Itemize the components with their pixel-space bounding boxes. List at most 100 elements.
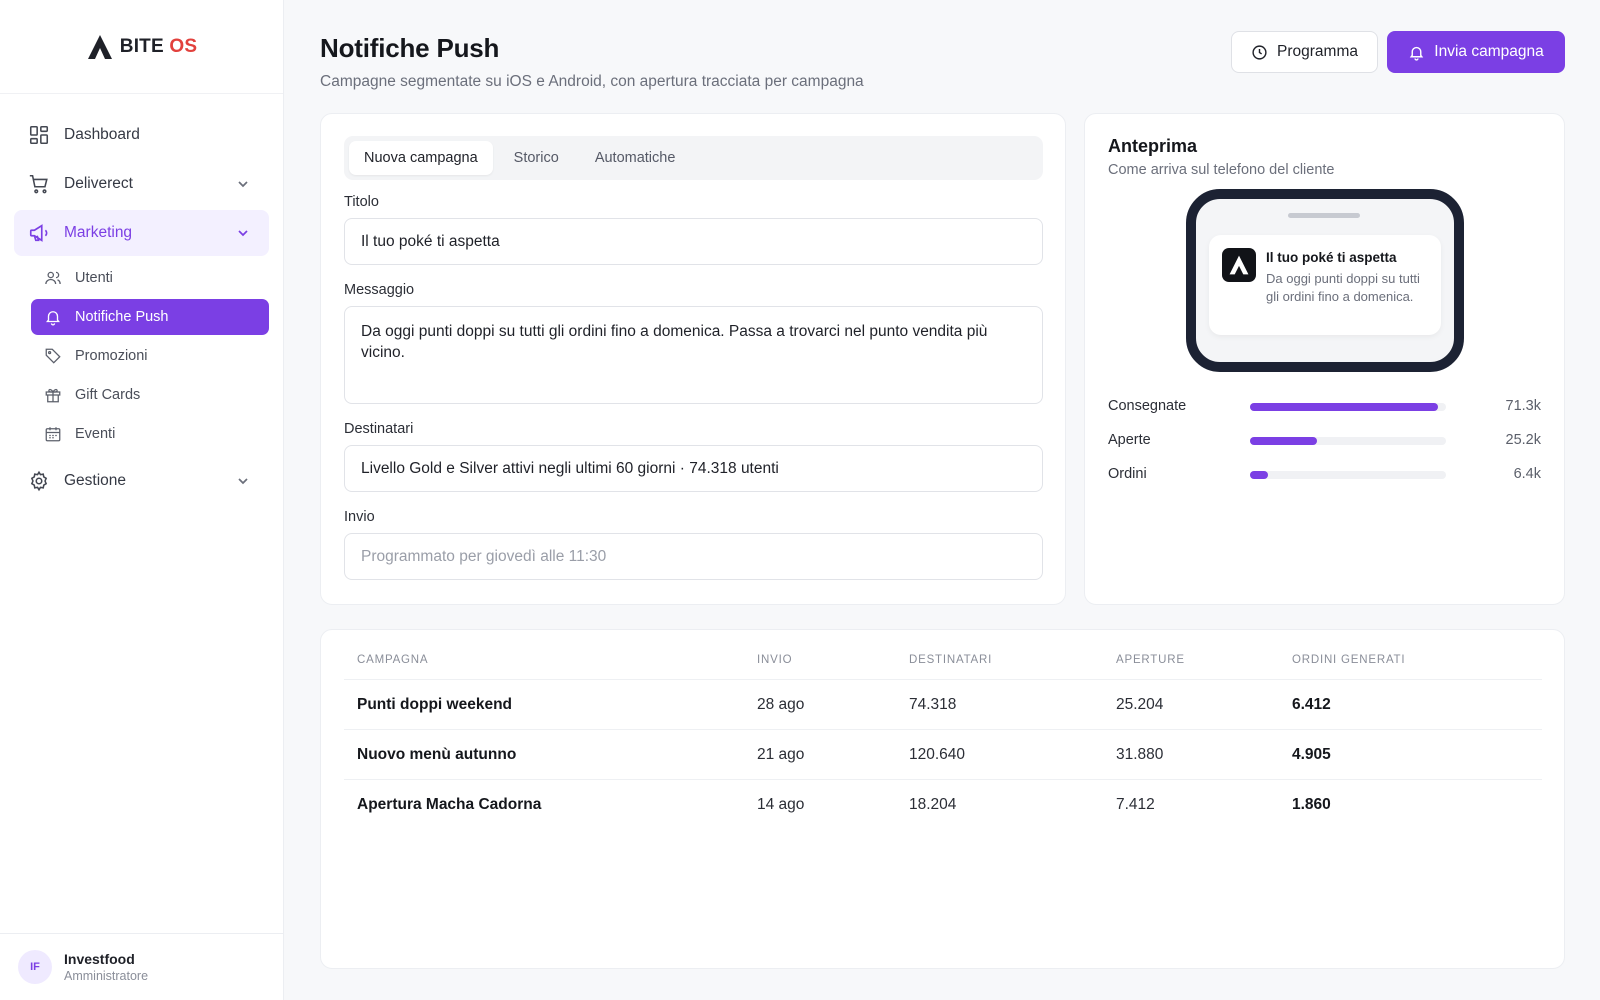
cell-campagna: Punti doppi weekend — [357, 696, 513, 713]
user-info: Investfood Amministratore — [64, 951, 148, 983]
send-campaign-button-label: Invia campagna — [1434, 43, 1544, 60]
preview-title: Anteprima — [1108, 136, 1198, 156]
table-row[interactable]: Nuovo menù autunno 21 ago 120.640 31.880… — [344, 729, 1542, 779]
message-label: Messaggio — [344, 282, 415, 298]
send-time-input[interactable] — [344, 533, 1043, 580]
sidebar-item-gestione[interactable]: Gestione — [14, 458, 269, 504]
sidebar-subitem-utenti[interactable]: Utenti — [31, 260, 269, 296]
bell-icon — [46, 311, 60, 326]
brand-logo[interactable]: BITE OS — [0, 0, 283, 94]
dashboard-icon — [29, 125, 49, 145]
tab-storico[interactable]: Storico — [499, 141, 574, 175]
bell-icon — [1410, 46, 1424, 61]
tab-nuova-campagna[interactable]: Nuova campagna — [349, 141, 493, 175]
cell-ordini: 1.860 — [1292, 796, 1331, 813]
column-header-ordini-generati: ORDINI GENERATI — [1292, 654, 1406, 666]
metric-bar-fill — [1250, 403, 1439, 411]
cell-destinatari: 120.640 — [909, 746, 966, 763]
column-header-invio: INVIO — [757, 654, 793, 666]
cell-invio: 28 ago — [757, 696, 805, 713]
page-subtitle: Campagne segmentate su iOS e Android, co… — [320, 73, 864, 90]
send-campaign-button[interactable]: Invia campagna — [1387, 31, 1565, 73]
cell-aperture: 7.412 — [1116, 796, 1155, 813]
cell-campagna: Nuovo menù autunno — [357, 746, 517, 763]
avatar: IF — [18, 950, 52, 984]
cell-invio: 14 ago — [757, 796, 805, 813]
cell-invio: 21 ago — [757, 746, 805, 763]
title-label: Titolo — [344, 194, 379, 210]
cell-aperture: 31.880 — [1116, 746, 1164, 763]
chevron-down-icon — [238, 478, 248, 485]
sidebar-subitem-notifiche-push[interactable]: Notifiche Push — [31, 299, 269, 335]
cell-ordini: 6.412 — [1292, 696, 1331, 713]
schedule-button[interactable]: Programma — [1231, 31, 1378, 73]
cell-campagna: Apertura Macha Cadorna — [357, 796, 542, 813]
cell-aperture: 25.204 — [1116, 696, 1164, 713]
metric-bar-fill — [1250, 437, 1317, 445]
clock-icon — [1252, 44, 1267, 60]
logo-icon — [1229, 255, 1249, 275]
schedule-button-label: Programma — [1277, 43, 1358, 60]
metric-label: Aperte — [1108, 432, 1151, 448]
app-icon — [1222, 248, 1256, 282]
column-header-campagna: CAMPAGNA — [357, 654, 429, 666]
campaign-tabs: Nuova campagna Storico Automatiche — [344, 136, 1043, 180]
recipients-input[interactable] — [344, 445, 1043, 492]
table-row[interactable]: Apertura Macha Cadorna 14 ago 18.204 7.4… — [344, 779, 1542, 829]
tab-automatiche[interactable]: Automatiche — [580, 141, 691, 175]
metric-consegnate: Consegnate 71.3k — [1108, 396, 1541, 416]
metric-label: Consegnate — [1108, 398, 1187, 414]
chevron-down-icon — [238, 230, 248, 237]
title-input[interactable] — [344, 218, 1043, 265]
metric-bar-track — [1250, 471, 1446, 479]
table-row[interactable]: Punti doppi weekend 28 ago 74.318 25.204… — [344, 679, 1542, 729]
sidebar-item-dashboard[interactable]: Dashboard — [14, 112, 269, 158]
user-name: Investfood — [64, 951, 135, 967]
cell-destinatari: 74.318 — [909, 696, 957, 713]
sidebar-subitem-promozioni[interactable]: Promozioni — [31, 338, 269, 374]
user-role: Amministratore — [64, 969, 149, 983]
metric-bar-fill — [1250, 471, 1268, 479]
sidebar-subitem-label: Utenti — [75, 270, 113, 286]
metric-label: Ordini — [1108, 466, 1147, 482]
main-nav: Dashboard Deliverect Marketing Utenti No… — [0, 94, 283, 504]
preview-subtitle: Come arriva sul telefono del cliente — [1108, 162, 1335, 178]
metric-value: 71.3k — [1505, 398, 1541, 414]
sidebar-subitem-label: Eventi — [75, 426, 116, 442]
send-time-label: Invio — [344, 509, 375, 525]
metric-value: 25.2k — [1505, 432, 1541, 448]
cell-destinatari: 18.204 — [909, 796, 957, 813]
gift-icon — [45, 388, 61, 403]
sidebar-subitem-gift-cards[interactable]: Gift Cards — [31, 377, 269, 413]
column-header-aperture: APERTURE — [1116, 654, 1185, 666]
metric-value: 6.4k — [1513, 466, 1541, 482]
sidebar-item-label: Marketing — [64, 224, 133, 241]
megaphone-icon — [29, 224, 48, 242]
phone-mockup: Il tuo poké ti aspetta Da oggi punti dop… — [1186, 189, 1464, 372]
sidebar-item-label: Deliverect — [64, 175, 133, 192]
campaign-form-card: Nuova campagna Storico Automatiche Titol… — [320, 113, 1066, 605]
sidebar-item-marketing[interactable]: Marketing — [14, 210, 269, 256]
recipients-label: Destinatari — [344, 421, 414, 437]
sidebar-subitem-eventi[interactable]: Eventi — [31, 416, 269, 452]
metric-ordini: Ordini 6.4k — [1108, 464, 1541, 484]
brand-name: BITE OS — [119, 35, 198, 57]
sidebar-item-deliverect[interactable]: Deliverect — [14, 161, 269, 207]
column-header-destinatari: DESTINATARI — [909, 654, 993, 666]
sidebar-subitem-label: Notifiche Push — [75, 309, 169, 325]
page-title: Notifiche Push — [320, 33, 500, 63]
sidebar-item-label: Dashboard — [64, 126, 140, 143]
sidebar-subitem-label: Gift Cards — [75, 387, 141, 403]
message-textarea[interactable]: Da oggi punti doppi su tutti gli ordini … — [344, 306, 1043, 404]
marketing-submenu: Utenti Notifiche Push Promozioni Gift Ca… — [31, 260, 269, 452]
campaigns-table-card: CAMPAGNA INVIO DESTINATARI APERTURE ORDI… — [320, 629, 1565, 969]
tag-icon — [45, 348, 61, 364]
metric-bar-track — [1250, 403, 1446, 411]
metric-aperte: Aperte 25.2k — [1108, 430, 1541, 450]
sidebar-subitem-label: Promozioni — [75, 348, 148, 364]
calendar-icon — [45, 427, 61, 442]
user-profile[interactable]: IF Investfood Amministratore — [0, 933, 283, 1000]
cell-ordini: 4.905 — [1292, 746, 1331, 763]
sidebar-item-label: Gestione — [64, 472, 127, 489]
users-icon — [45, 271, 61, 285]
